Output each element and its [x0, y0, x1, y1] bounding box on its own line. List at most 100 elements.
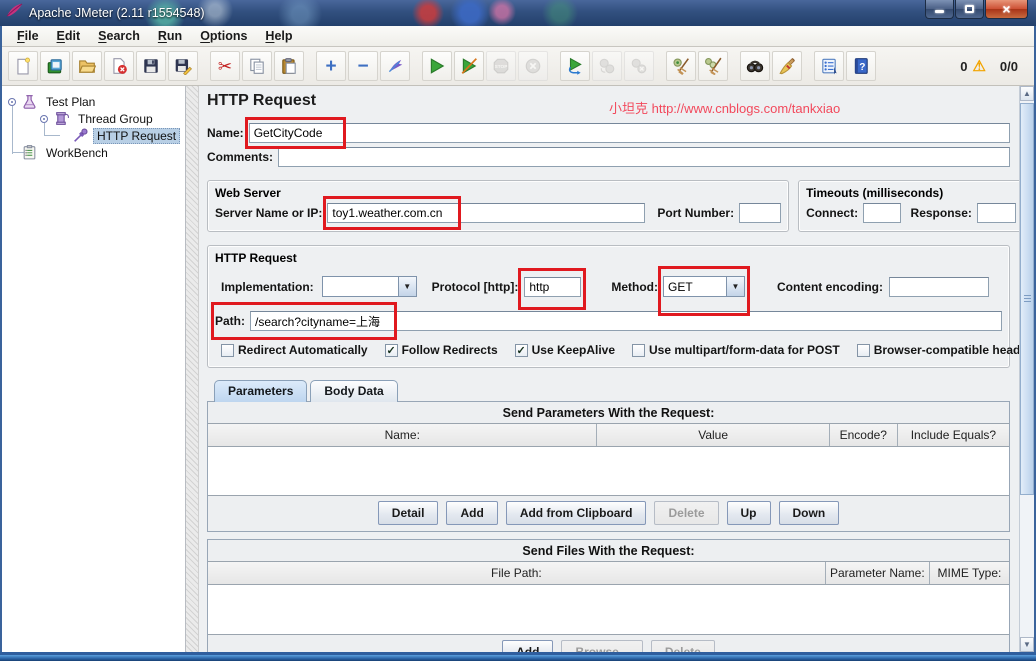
checkbox-label: Browser-compatible headers — [874, 343, 1019, 357]
shutdown-icon — [524, 57, 542, 75]
path-field[interactable]: /search?cityname=上海 — [250, 311, 1002, 331]
tree-expand-handle[interactable] — [40, 115, 48, 123]
close-button[interactable]: × — [985, 0, 1028, 19]
function-helper-button[interactable] — [814, 51, 844, 81]
menu-search[interactable]: Search — [89, 27, 149, 45]
scroll-up-arrow[interactable]: ▲ — [1020, 86, 1034, 101]
templates-icon — [46, 57, 64, 75]
open-file-button[interactable] — [72, 51, 102, 81]
copy-button[interactable] — [242, 51, 272, 81]
checkbox-use-keepalive[interactable]: ✓Use KeepAlive — [515, 343, 615, 357]
minimize-icon — [935, 10, 944, 13]
save-button[interactable] — [136, 51, 166, 81]
new-file-button[interactable] — [8, 51, 38, 81]
port-number-field[interactable] — [739, 203, 781, 223]
window-controls: × — [924, 0, 1028, 19]
collapse-all-icon: − — [357, 57, 368, 76]
warning-icon: ⚠ — [972, 59, 985, 74]
save-as-button[interactable] — [168, 51, 198, 81]
add-from-clipboard-button[interactable]: Add from Clipboard — [506, 501, 647, 525]
menu-help[interactable]: Help — [256, 27, 301, 45]
method-dropdown[interactable]: GET ▼ — [663, 276, 745, 297]
down-button[interactable]: Down — [779, 501, 840, 525]
http-request-legend: HTTP Request — [212, 251, 300, 265]
menu-bar: FileEditSearchRunOptionsHelp — [2, 26, 1034, 47]
parameters-table-header: Name:ValueEncode?Include Equals? — [208, 423, 1009, 447]
menu-edit[interactable]: Edit — [48, 27, 90, 45]
new-file-icon — [14, 57, 32, 75]
content-encoding-field[interactable] — [889, 277, 989, 297]
connect-timeout-field[interactable] — [863, 203, 900, 223]
clear-all-button[interactable] — [698, 51, 728, 81]
browse-button[interactable]: Browse... — [561, 640, 642, 652]
title-bar[interactable]: Apache JMeter (2.11 r1554548) × — [0, 0, 1036, 26]
expand-all-button[interactable]: + — [316, 51, 346, 81]
up-button[interactable]: Up — [727, 501, 771, 525]
checkbox-icon — [857, 344, 870, 357]
menu-options[interactable]: Options — [191, 27, 256, 45]
server-name-field[interactable]: toy1.weather.com.cn — [327, 203, 645, 223]
toggle-button[interactable] — [380, 51, 410, 81]
name-field[interactable]: GetCityCode — [249, 123, 1010, 143]
remote-stop-all-button[interactable] — [624, 51, 654, 81]
scroll-down-arrow[interactable]: ▼ — [1020, 637, 1034, 652]
add-button[interactable]: Add — [446, 501, 497, 525]
help-button[interactable]: ? — [846, 51, 876, 81]
checkbox-use-multipart-form-data-for-post[interactable]: Use multipart/form-data for POST — [632, 343, 840, 357]
close-file-button[interactable] — [104, 51, 134, 81]
tree-item-http-request[interactable]: HTTP Request — [2, 127, 185, 144]
start-no-pauses-button[interactable] — [454, 51, 484, 81]
add-button[interactable]: Add — [502, 640, 553, 652]
tab-body-data[interactable]: Body Data — [310, 380, 397, 402]
maximize-button[interactable] — [955, 0, 984, 19]
http-request-editor: HTTP Request 小坦克 http://www.cnblogs.com/… — [199, 86, 1019, 652]
files-section: Send Files With the Request: File Path:P… — [207, 539, 1010, 652]
menu-file[interactable]: File — [8, 27, 48, 45]
close-icon: × — [1002, 2, 1010, 16]
port-number-label: Port Number: — [657, 206, 734, 220]
jmeter-window: Apache JMeter (2.11 r1554548) × FileEdit… — [0, 0, 1036, 661]
paste-button[interactable] — [274, 51, 304, 81]
column-header-encode: Encode? — [829, 424, 897, 446]
comments-field[interactable] — [278, 147, 1010, 167]
response-timeout-field[interactable] — [977, 203, 1016, 223]
delete-button[interactable]: Delete — [654, 501, 718, 525]
templates-button[interactable] — [40, 51, 70, 81]
shutdown-button[interactable] — [518, 51, 548, 81]
tree-item-test-plan[interactable]: Test Plan — [2, 93, 185, 110]
delete-button[interactable]: Delete — [651, 640, 715, 652]
tree-item-workbench[interactable]: WorkBench — [2, 144, 185, 161]
collapse-all-button[interactable]: − — [348, 51, 378, 81]
test-plan-icon — [21, 93, 38, 110]
cut-button[interactable]: ✂ — [210, 51, 240, 81]
vertical-scrollbar[interactable]: ▲ ▼ — [1019, 86, 1034, 652]
tab-parameters[interactable]: Parameters — [214, 380, 307, 402]
implementation-dropdown[interactable]: ▼ — [322, 276, 417, 297]
tree-item-label: HTTP Request — [93, 128, 180, 144]
search-button[interactable] — [740, 51, 770, 81]
column-header-include-equals: Include Equals? — [897, 424, 1009, 446]
parameters-table-body[interactable] — [208, 447, 1009, 496]
checkbox-icon: ✓ — [385, 344, 398, 357]
checkbox-follow-redirects[interactable]: ✓Follow Redirects — [385, 343, 498, 357]
tree-item-thread-group[interactable]: Thread Group — [2, 110, 185, 127]
files-table-body[interactable] — [208, 585, 1009, 635]
remote-start-all-button[interactable] — [592, 51, 622, 81]
detail-button[interactable]: Detail — [378, 501, 439, 525]
search-reset-button[interactable] — [772, 51, 802, 81]
svg-text:STOP: STOP — [495, 64, 508, 70]
remote-start-button[interactable] — [560, 51, 590, 81]
checkbox-browser-compatible-headers[interactable]: Browser-compatible headers — [857, 343, 1019, 357]
protocol-field[interactable]: http — [524, 277, 581, 297]
clear-button[interactable] — [666, 51, 696, 81]
checkbox-redirect-automatically[interactable]: Redirect Automatically — [221, 343, 368, 357]
scrollbar-thumb[interactable] — [1020, 103, 1034, 495]
split-pane-divider[interactable] — [186, 86, 199, 652]
minimize-button[interactable] — [925, 0, 954, 19]
tree-expand-handle[interactable] — [8, 98, 16, 106]
menu-run[interactable]: Run — [149, 27, 191, 45]
save-as-icon — [174, 57, 192, 75]
implementation-label: Implementation: — [221, 280, 314, 294]
start-button[interactable] — [422, 51, 452, 81]
stop-button[interactable]: STOP — [486, 51, 516, 81]
